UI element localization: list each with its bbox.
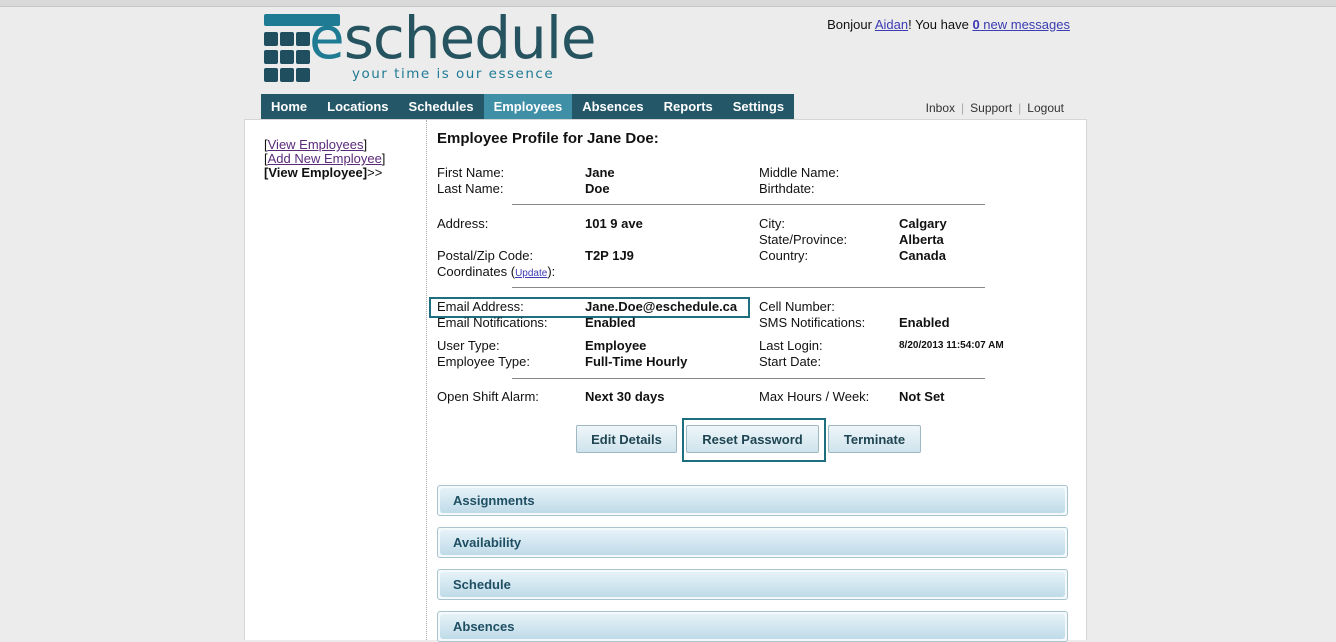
greeting: Bonjour Aidan! You have 0 new messages [827,17,1070,32]
edit-details-button[interactable]: Edit Details [576,425,677,453]
middle-name-label: Middle Name: [759,165,840,180]
last-login-value: 8/20/2013 11:54:07 AM [899,340,1004,351]
user-type-value: Employee [585,338,647,353]
message-count-link[interactable]: 0 [972,17,979,32]
update-coordinates-link[interactable]: Update [515,268,547,279]
section-availability[interactable]: Availability [437,527,1068,558]
first-name-label: First Name: [437,165,505,180]
nav-reports[interactable]: Reports [654,94,723,119]
last-name-label: Last Name: [437,181,504,196]
open-shift-alarm-value: Next 30 days [585,389,665,404]
state-label: State/Province: [759,232,848,247]
divider [512,287,985,288]
terminate-button[interactable]: Terminate [828,425,921,453]
email-notifications-label: Email Notifications: [437,315,548,330]
country-label: Country: [759,248,809,263]
coordinates-label: Coordinates (Update): [437,264,556,279]
city-label: City: [759,216,785,231]
nav-home[interactable]: Home [261,94,317,119]
sidebar: [View Employees] [Add New Employee] [Vie… [264,137,386,180]
utility-links: Inbox | Support | Logout [920,101,1070,115]
sms-notifications-label: SMS Notifications: [759,315,866,330]
section-assignments[interactable]: Assignments [437,485,1068,516]
divider [512,204,985,205]
postal-value: T2P 1J9 [585,248,634,263]
cell-number-label: Cell Number: [759,299,835,314]
divider [512,378,985,379]
sidebar-divider [426,120,427,640]
max-hours-label: Max Hours / Week: [759,389,870,404]
country-value: Canada [899,248,946,263]
max-hours-value: Not Set [899,389,945,404]
email-label: Email Address: [437,299,524,314]
current-page-marker: [View Employee] [264,165,368,180]
nav-schedules[interactable]: Schedules [399,94,484,119]
last-login-label: Last Login: [759,338,823,353]
new-messages-link[interactable]: new messages [980,17,1070,32]
address-label: Address: [437,216,489,231]
nav-settings[interactable]: Settings [723,94,794,119]
section-absences[interactable]: Absences [437,611,1068,642]
start-date-label: Start Date: [759,354,822,369]
sms-notifications-value: Enabled [899,315,950,330]
open-shift-alarm-label: Open Shift Alarm: [437,389,539,404]
postal-label: Postal/Zip Code: [437,248,534,263]
eschedule-logo[interactable]: eschedule your time is our essence [264,4,597,88]
user-type-label: User Type: [437,338,500,353]
email-value: Jane.Doe@eschedule.ca [585,299,738,314]
birthdate-label: Birthdate: [759,181,815,196]
page-title: Employee Profile for Jane Doe: [437,130,659,147]
reset-password-button[interactable]: Reset Password [686,425,819,453]
inbox-link[interactable]: Inbox [920,101,961,115]
main-panel: [View Employees] [Add New Employee] [Vie… [244,119,1087,642]
nav-locations[interactable]: Locations [317,94,398,119]
first-name-value: Jane [585,165,615,180]
browser-top-edge [0,0,1336,7]
add-new-employee-link[interactable]: Add New Employee [268,151,382,166]
user-link[interactable]: Aidan [875,17,908,32]
state-value: Alberta [899,232,944,247]
nav-absences[interactable]: Absences [572,94,653,119]
support-link[interactable]: Support [964,101,1018,115]
last-name-value: Doe [585,181,610,196]
logo-tagline: your time is our essence [352,66,555,82]
view-employees-link[interactable]: View Employees [268,137,364,152]
city-value: Calgary [899,216,947,231]
email-notifications-value: Enabled [585,315,636,330]
logout-link[interactable]: Logout [1021,101,1070,115]
employee-type-label: Employee Type: [437,354,530,369]
main-nav: Home Locations Schedules Employees Absen… [261,94,795,119]
address-value: 101 9 ave [585,216,643,231]
nav-employees[interactable]: Employees [483,94,573,119]
section-schedule[interactable]: Schedule [437,569,1068,600]
employee-type-value: Full-Time Hourly [585,354,688,369]
logo-wordmark: eschedule [309,4,597,72]
